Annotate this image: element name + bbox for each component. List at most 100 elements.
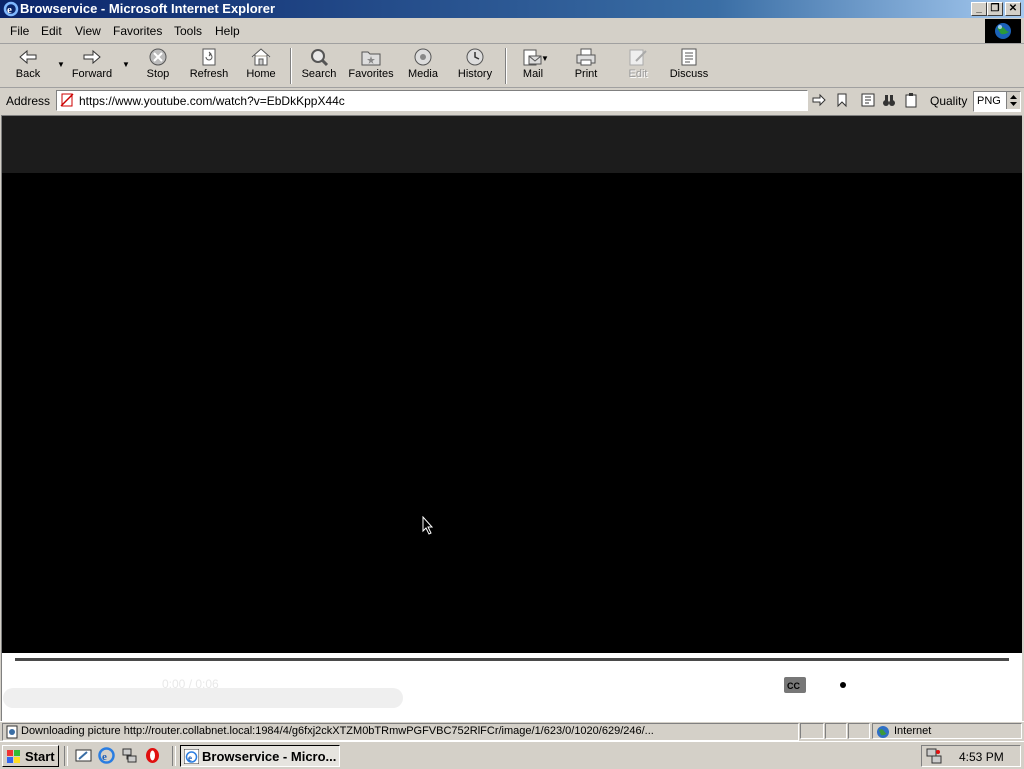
- throbber-globe-icon: [985, 19, 1021, 43]
- edit-button[interactable]: Edit: [620, 47, 656, 85]
- miniplayer-icon[interactable]: [878, 675, 904, 695]
- history-button[interactable]: History: [455, 47, 495, 85]
- opera-icon[interactable]: [144, 747, 161, 764]
- quality-value: PNG: [977, 95, 1001, 107]
- clock[interactable]: 4:53 PM: [959, 750, 1004, 764]
- back-dropdown-icon[interactable]: ▼: [57, 60, 65, 69]
- status-cell: [800, 723, 824, 739]
- svg-text:e: e: [188, 753, 192, 763]
- forward-label: Forward: [71, 68, 113, 80]
- refresh-button[interactable]: Refresh: [186, 47, 232, 85]
- back-button[interactable]: Back: [8, 47, 48, 85]
- spinner-arrows-icon[interactable]: [1006, 92, 1020, 109]
- taskbar-window-button[interactable]: e Browservice - Micro...: [180, 745, 340, 767]
- binoculars-icon[interactable]: [881, 92, 897, 108]
- taskbar-window-label: Browservice - Micro...: [202, 749, 337, 764]
- toolbar-separator: [505, 48, 507, 84]
- mouse-cursor-icon: [422, 516, 434, 535]
- mail-button[interactable]: Mail: [515, 47, 551, 85]
- quality-select[interactable]: PNG: [973, 91, 1021, 112]
- stop-label: Stop: [146, 68, 170, 80]
- menu-bar: File Edit View Favorites Tools Help: [0, 19, 1024, 44]
- status-bar: Downloading picture http://router.collab…: [0, 721, 1024, 741]
- go-arrow-icon[interactable]: [811, 92, 827, 108]
- ie-icon: e: [3, 1, 19, 17]
- stop-button[interactable]: Stop: [140, 47, 176, 85]
- address-url: https://www.youtube.com/watch?v=EbDkKppX…: [79, 94, 345, 108]
- close-button[interactable]: ✕: [1005, 2, 1021, 16]
- discuss-button[interactable]: Discuss: [668, 47, 710, 85]
- taskbar-separator: [64, 746, 68, 766]
- edit-icon: [629, 49, 647, 66]
- print-button[interactable]: Print: [568, 47, 604, 85]
- edit-label: Edit: [628, 68, 648, 80]
- refresh-label: Refresh: [189, 68, 229, 80]
- standard-toolbar: Back ▼ Forward ▼ Stop Refresh Home Searc…: [0, 44, 1024, 88]
- favorites-label: Favorites: [348, 68, 394, 80]
- media-button[interactable]: Media: [405, 47, 441, 85]
- home-button[interactable]: Home: [243, 47, 279, 85]
- network-icon[interactable]: [121, 747, 138, 764]
- clipboard-icon[interactable]: [903, 92, 919, 108]
- windows-flag-icon: [7, 750, 20, 763]
- page-content: 0:00 / 0:06 CC: [1, 115, 1022, 721]
- print-icon: [576, 48, 596, 66]
- address-label: Address: [6, 94, 51, 108]
- favorites-folder-icon: [361, 51, 381, 66]
- ie-window-icon: e: [184, 749, 199, 764]
- menu-favorites[interactable]: Favorites: [113, 24, 162, 38]
- menu-file[interactable]: File: [10, 24, 29, 38]
- video-player[interactable]: 0:00 / 0:06 CC: [2, 173, 1022, 696]
- internet-explorer-icon[interactable]: e: [98, 747, 115, 764]
- system-tray: 4:53 PM: [921, 745, 1021, 767]
- history-icon: [466, 48, 484, 66]
- history-label: History: [457, 68, 493, 80]
- mail-dropdown-icon[interactable]: ▼: [541, 54, 549, 63]
- menu-help[interactable]: Help: [215, 24, 240, 38]
- search-icon: [311, 49, 329, 67]
- broken-page-icon: [60, 93, 74, 107]
- menu-view[interactable]: View: [75, 24, 101, 38]
- menu-edit[interactable]: Edit: [41, 24, 62, 38]
- restore-button[interactable]: ❐: [987, 2, 1003, 16]
- minimize-button[interactable]: _: [971, 2, 987, 16]
- title-bar[interactable]: e Browservice - Microsoft Internet Explo…: [0, 0, 1024, 18]
- favorites-button[interactable]: Favorites: [346, 47, 396, 85]
- status-message-pane: Downloading picture http://router.collab…: [2, 723, 799, 741]
- back-label: Back: [15, 68, 41, 80]
- start-label: Start: [25, 749, 55, 764]
- status-cell: [848, 723, 870, 739]
- forward-arrow-icon: [83, 49, 101, 65]
- svg-text:CC: CC: [787, 681, 800, 691]
- bookmark-icon[interactable]: [834, 92, 850, 108]
- zone-label: Internet: [894, 725, 932, 737]
- menu-tools[interactable]: Tools: [174, 24, 202, 38]
- progress-bar[interactable]: [15, 658, 1009, 661]
- forward-dropdown-icon[interactable]: ▼: [122, 60, 130, 69]
- search-button[interactable]: Search: [300, 47, 338, 85]
- find-page-icon[interactable]: [860, 92, 876, 108]
- mail-label: Mail: [522, 68, 544, 80]
- search-label: Search: [301, 68, 337, 80]
- home-icon: [251, 48, 271, 66]
- window-title: Browservice - Microsoft Internet Explore…: [20, 1, 276, 16]
- discuss-icon: [681, 48, 697, 66]
- tray-network-icon[interactable]: [926, 748, 942, 764]
- quality-label: Quality: [930, 94, 968, 108]
- video-header-strip: [2, 116, 1022, 173]
- internet-globe-icon: [877, 726, 889, 738]
- media-label: Media: [408, 68, 438, 80]
- forward-button[interactable]: Forward: [68, 47, 116, 85]
- stop-icon: [149, 48, 167, 66]
- captions-icon[interactable]: CC: [783, 675, 807, 695]
- theater-mode-icon[interactable]: [926, 675, 952, 695]
- back-arrow-icon: [19, 49, 37, 65]
- settings-gear-icon[interactable]: [831, 673, 855, 697]
- address-input[interactable]: https://www.youtube.com/watch?v=EbDkKppX…: [56, 90, 808, 111]
- fullscreen-icon[interactable]: [975, 674, 997, 696]
- show-desktop-icon[interactable]: [75, 747, 92, 764]
- svg-text:e: e: [102, 751, 107, 763]
- status-cell: [825, 723, 847, 739]
- loading-placeholder: [3, 688, 403, 708]
- start-button[interactable]: Start: [2, 745, 59, 767]
